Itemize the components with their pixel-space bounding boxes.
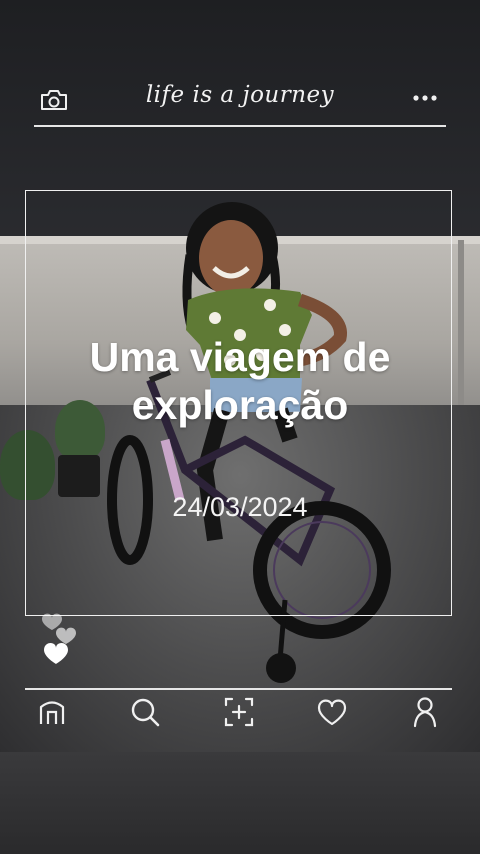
headline: Uma viagem de exploração	[25, 333, 455, 429]
top-divider	[34, 125, 446, 127]
story-screen: life is a journey Uma viagem de exploraç…	[0, 0, 480, 854]
home-icon	[39, 701, 65, 724]
nav-item-profile[interactable]	[408, 695, 442, 729]
app-title: life is a journey	[145, 82, 335, 108]
add-photo-icon	[224, 697, 253, 727]
nav-item-home[interactable]	[35, 695, 69, 729]
headline-line-1: Uma viagem de	[89, 334, 391, 380]
more-dots-icon[interactable]	[412, 93, 438, 103]
top-bar: life is a journey	[34, 78, 446, 126]
date-text: 24/03/2024	[172, 492, 308, 522]
nav-item-add[interactable]	[222, 695, 256, 729]
profile-icon	[413, 697, 437, 728]
nav-item-search[interactable]	[128, 695, 162, 729]
bottom-divider	[25, 688, 452, 690]
hearts-icon	[42, 613, 76, 664]
nav-item-likes[interactable]	[315, 695, 349, 729]
bottom-nav	[25, 695, 452, 739]
search-icon	[132, 698, 160, 727]
headline-line-2: exploração	[131, 382, 349, 428]
heart-icon	[317, 699, 346, 726]
